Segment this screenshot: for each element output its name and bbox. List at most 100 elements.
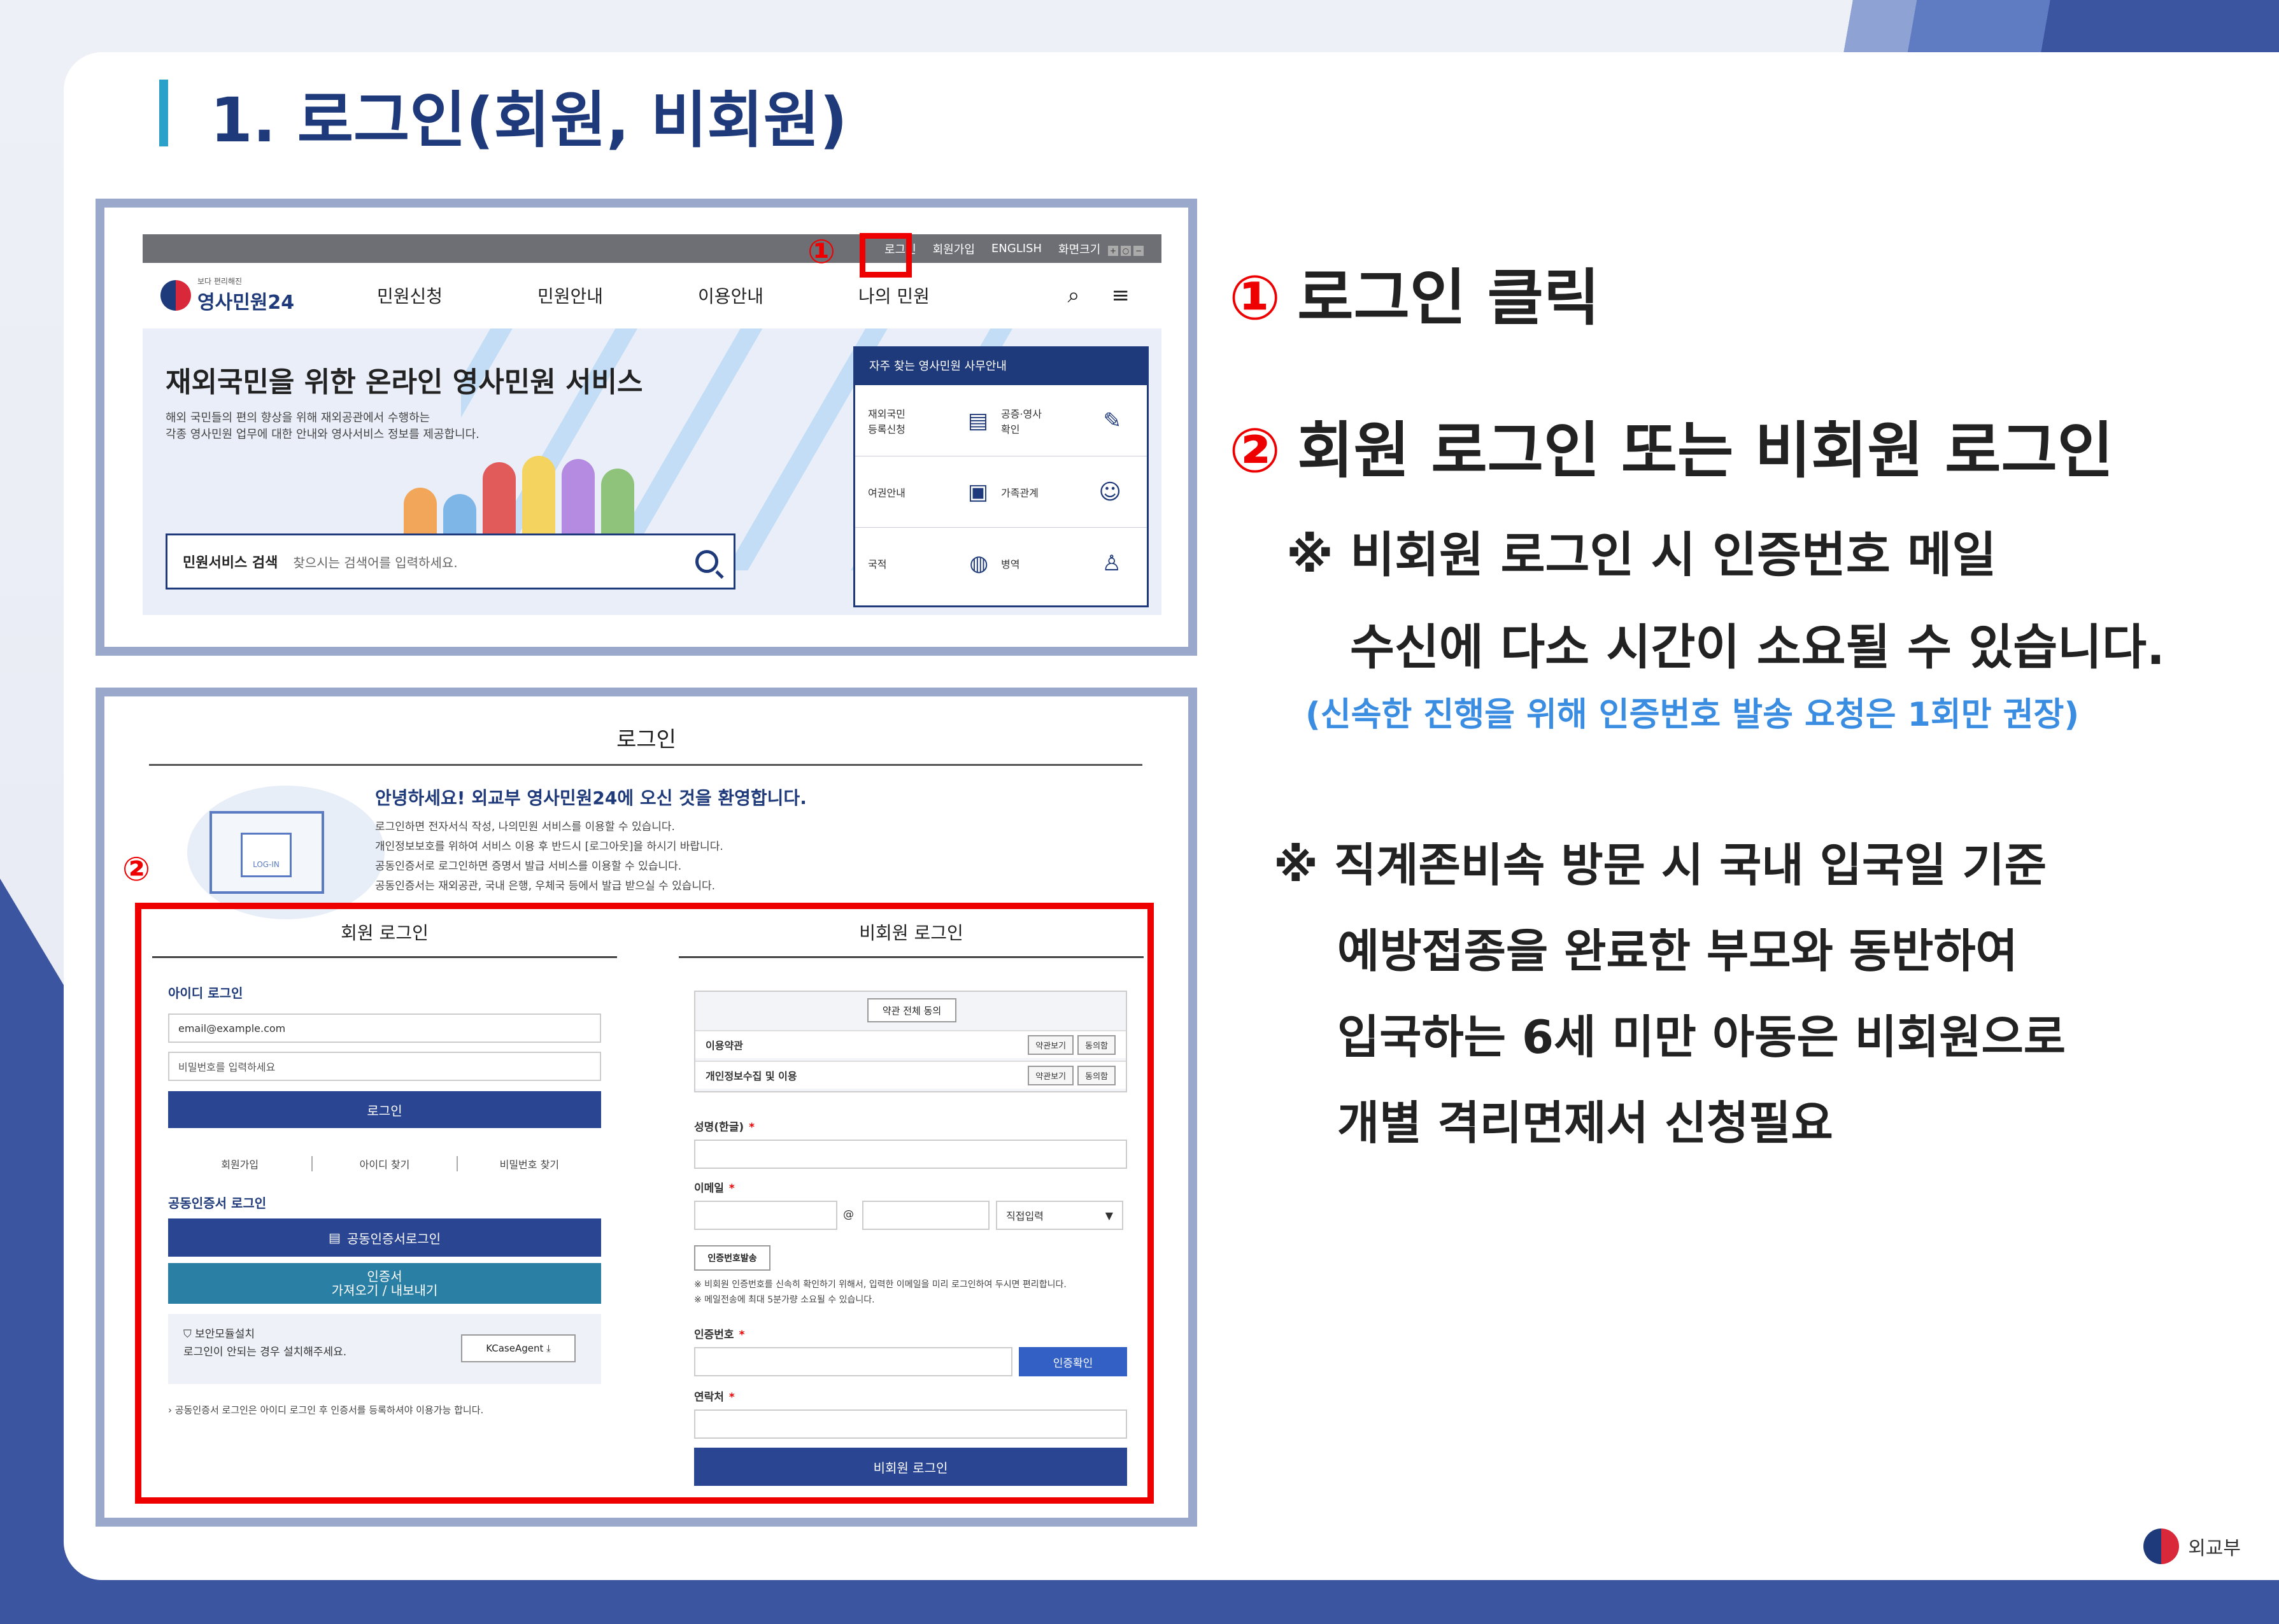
name-label: 성명(한글) * bbox=[694, 1121, 755, 1134]
font-reset-icon[interactable]: ○ bbox=[1121, 245, 1131, 256]
contact-label: 연락처 * bbox=[694, 1391, 735, 1404]
title-divider bbox=[149, 764, 1142, 766]
shield-icon: ⛉ bbox=[183, 1328, 195, 1341]
terms-row-usage: 이용약관 약관보기 동의함 bbox=[695, 1030, 1126, 1058]
terms-row-privacy: 개인정보수집 및 이용 약관보기 동의함 bbox=[695, 1061, 1126, 1089]
service-passport[interactable]: 여권안내 ▣ bbox=[868, 479, 1001, 505]
cert-login-note: › 공동인증서 로그인은 아이디 로그인 후 인증서를 등록하셔야 이용가능 합… bbox=[168, 1404, 484, 1416]
service-notarization[interactable]: 공증·영사 확인 ✎ bbox=[1001, 406, 1134, 436]
name-field[interactable] bbox=[694, 1140, 1127, 1169]
background-bottom-band bbox=[0, 1573, 2279, 1624]
note-b-line-1: ※ 직계존비속 방문 시 국내 입국일 기준 bbox=[1274, 838, 2047, 892]
login-page-title: 로그인 bbox=[616, 727, 676, 752]
cert-login-button[interactable]: ▤ 공동인증서로그인 bbox=[168, 1218, 601, 1257]
verify-code-button[interactable]: 인증확인 bbox=[1019, 1347, 1127, 1376]
portal-hero: 재외국민을 위한 온라인 영사민원 서비스 해외 국민들의 편의 향상을 위해 … bbox=[143, 328, 1161, 615]
id-login-label: 아이디 로그인 bbox=[168, 985, 243, 1001]
agree-privacy-button[interactable]: 동의함 bbox=[1077, 1065, 1116, 1085]
search-submit-icon[interactable] bbox=[695, 550, 718, 573]
password-field[interactable]: 비밀번호를 입력하세요 bbox=[168, 1052, 601, 1081]
contact-field[interactable] bbox=[694, 1409, 1127, 1439]
service-nationality[interactable]: 국적 ◍ bbox=[868, 551, 1001, 576]
font-plus-icon[interactable]: + bbox=[1108, 245, 1118, 256]
cert-login-label: 공동인증서 로그인 bbox=[168, 1196, 267, 1211]
email-local-field[interactable] bbox=[694, 1201, 837, 1230]
welcome-heading: 안녕하세요! 외교부 영사민원24에 오신 것을 환영합니다. bbox=[375, 787, 807, 808]
note-b-line-2: 예방접종을 완료한 부모와 동반하여 bbox=[1337, 924, 2018, 978]
note-a-line-3: (신속한 진행을 위해 인증번호 발송 요청은 1회만 권장) bbox=[1305, 696, 2080, 734]
signup-link[interactable]: 회원가입 bbox=[168, 1156, 313, 1171]
caret-down-icon: ▼ bbox=[1105, 1209, 1113, 1222]
note-b-line-4: 개별 격리면제서 신청필요 bbox=[1337, 1096, 1833, 1150]
email-label: 이메일 * bbox=[694, 1182, 735, 1195]
code-hint: ※ 비회원 인증번호를 신속히 확인하기 위해서, 입력한 이메일을 미리 로그… bbox=[694, 1280, 1067, 1305]
service-military[interactable]: 병역 ♙ bbox=[1001, 551, 1134, 576]
portal-home-screenshot: 로그인 회원가입 ENGLISH 화면크기 + ○ − ① 보다 편리해진 영사민원… bbox=[96, 199, 1197, 656]
taegeuk-logo-icon bbox=[160, 279, 191, 311]
family-illustration bbox=[404, 456, 634, 539]
member-login-button[interactable]: 로그인 bbox=[168, 1091, 601, 1128]
hero-title: 재외국민을 위한 온라인 영사민원 서비스 bbox=[166, 366, 643, 399]
hamburger-menu-icon[interactable]: ≡ bbox=[1112, 283, 1130, 308]
note-a-line-1: ※ 비회원 로그인 시 인증번호 메일 bbox=[1286, 526, 1997, 583]
passport-icon: ▣ bbox=[967, 479, 988, 505]
guest-login-heading: 비회원 로그인 bbox=[679, 919, 1144, 958]
font-minus-icon[interactable]: − bbox=[1133, 245, 1144, 256]
instruction-step-2: ② 회원 로그인 또는 비회원 로그인 bbox=[1229, 415, 2114, 486]
login-badge: LOG-IN bbox=[241, 833, 292, 877]
frequent-services-title: 자주 찾는 영사민원 사무안내 bbox=[855, 348, 1147, 385]
welcome-text: 로그인하면 전자서식 작성, 나의민원 서비스를 이용할 수 있습니다. 개인정… bbox=[375, 821, 723, 893]
guest-login-button[interactable]: 비회원 로그인 bbox=[694, 1448, 1127, 1486]
code-field[interactable] bbox=[694, 1347, 1012, 1376]
taegeuk-emblem-icon bbox=[2143, 1529, 2180, 1564]
code-label: 인증번호 * bbox=[694, 1329, 745, 1341]
monitor-icon: LOG-IN bbox=[209, 811, 324, 894]
find-id-link[interactable]: 아이디 찾기 bbox=[313, 1156, 458, 1171]
page-title: 1. 로그인(회원, 비회원) bbox=[210, 84, 848, 156]
account-links: 회원가입 아이디 찾기 비밀번호 찾기 bbox=[168, 1156, 601, 1171]
service-overseas-registration[interactable]: 재외국민 등록신청 ▤ bbox=[868, 406, 1001, 436]
at-sign: @ bbox=[843, 1208, 854, 1221]
agree-all-button[interactable]: 약관 전체 동의 bbox=[867, 998, 956, 1022]
search-icon[interactable]: ⌕ bbox=[1067, 283, 1079, 308]
view-terms-button[interactable]: 약관보기 bbox=[1028, 1034, 1074, 1055]
topbar-english-link[interactable]: ENGLISH bbox=[991, 242, 1042, 255]
nav-guide[interactable]: 민원안내 bbox=[537, 283, 698, 308]
agree-terms-button[interactable]: 동의함 bbox=[1077, 1034, 1116, 1055]
view-privacy-button[interactable]: 약관보기 bbox=[1028, 1065, 1074, 1085]
nav-apply[interactable]: 민원신청 bbox=[377, 283, 537, 308]
email-domain-field[interactable] bbox=[862, 1201, 990, 1230]
soldier-icon: ♙ bbox=[1102, 551, 1121, 576]
globe-icon: ◍ bbox=[969, 551, 988, 576]
portal-topbar: 로그인 회원가입 ENGLISH 화면크기 + ○ − bbox=[143, 234, 1161, 263]
search-input[interactable]: 찾으시는 검색어를 입력하세요. bbox=[293, 553, 695, 571]
portal-logo[interactable]: 보다 편리해진 영사민원24 bbox=[160, 276, 351, 314]
topbar-signup-link[interactable]: 회원가입 bbox=[933, 241, 975, 257]
member-login-heading: 회원 로그인 bbox=[152, 919, 617, 958]
step-marker-2: ② bbox=[122, 851, 151, 889]
service-search-bar: 민원서비스 검색 찾으시는 검색어를 입력하세요. bbox=[166, 533, 735, 590]
email-domain-select[interactable]: 직접입력 ▼ bbox=[996, 1201, 1123, 1230]
document-icon: ▤ bbox=[967, 407, 988, 434]
login-page-screenshot: 로그인 LOG-IN 안녕하세요! 외교부 영사민원24에 오신 것을 환영합니… bbox=[96, 688, 1197, 1527]
send-code-button[interactable]: 인증번호발송 bbox=[694, 1245, 770, 1271]
certified-doc-icon: ✎ bbox=[1103, 407, 1122, 434]
service-family-relation[interactable]: 가족관계 ☺ bbox=[1001, 479, 1134, 505]
email-field[interactable]: email@example.com bbox=[168, 1013, 601, 1043]
terms-agreement-box: 약관 전체 동의 이용약관 약관보기 동의함 개인정보수집 및 이용 약관보기 동의… bbox=[694, 991, 1127, 1092]
nav-usage[interactable]: 이용안내 bbox=[698, 283, 858, 308]
instruction-step-1: ① 로그인 클릭 bbox=[1229, 262, 1600, 334]
nav-my-requests[interactable]: 나의 민원 bbox=[858, 283, 1019, 308]
portal-nav: 보다 편리해진 영사민원24 민원신청 민원안내 이용안내 나의 민원 ⌕ ≡ bbox=[143, 265, 1161, 325]
note-b-line-3: 입국하는 6세 미만 아동은 비회원으로 bbox=[1337, 1010, 2066, 1064]
find-password-link[interactable]: 비밀번호 찾기 bbox=[458, 1156, 601, 1171]
mofa-footer-logo: 외교부 bbox=[2143, 1529, 2241, 1564]
topbar-font-size: 화면크기 + ○ − bbox=[1058, 241, 1144, 257]
family-icon: ☺ bbox=[1098, 479, 1121, 505]
search-label: 민원서비스 검색 bbox=[183, 555, 278, 571]
frequent-services-panel: 자주 찾는 영사민원 사무안내 재외국민 등록신청 ▤ 공증·영사 확인 ✎ 여권안… bbox=[853, 346, 1149, 607]
note-a-line-2: 수신에 다소 시간이 소요될 수 있습니다. bbox=[1350, 619, 2165, 675]
certificate-icon: ▤ bbox=[328, 1230, 341, 1245]
cert-import-export-button[interactable]: 인증서 가져오기 / 내보내기 bbox=[168, 1263, 601, 1304]
kcaseagent-download-button[interactable]: KCaseAgent ⤓ bbox=[461, 1334, 576, 1362]
